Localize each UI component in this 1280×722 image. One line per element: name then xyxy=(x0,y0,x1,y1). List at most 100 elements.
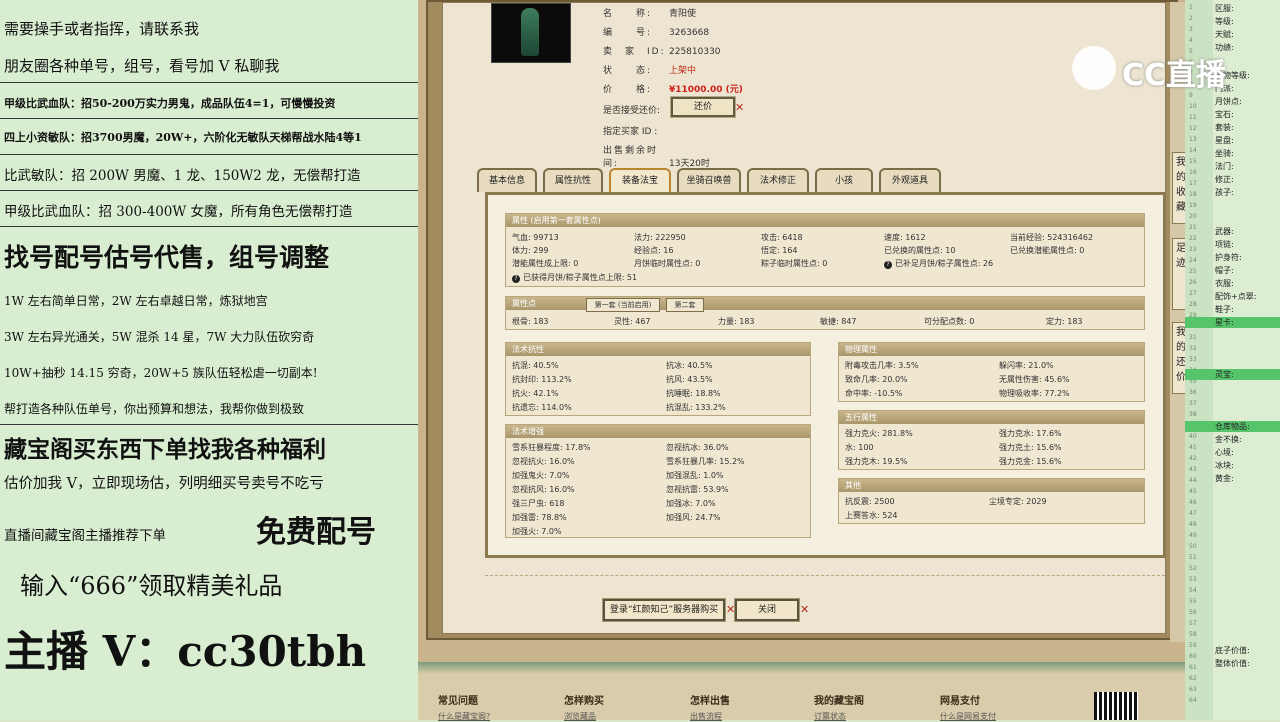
resist-box-title: 法术抗性 xyxy=(506,343,810,356)
tab-spell-mods[interactable]: 法术修正 xyxy=(747,168,809,192)
footer-link[interactable]: 出售流程 xyxy=(690,711,722,722)
subtab-set-two[interactable]: 第二套 xyxy=(666,298,704,312)
attr-box: 属性 (启用第一套属性点) 气血: 99713 法力: 222950 攻击: 6… xyxy=(505,213,1145,287)
boost-cell: 强三尸虫: 618 xyxy=(512,499,565,508)
line-number: 4 xyxy=(1189,37,1193,44)
attr-cell: 已兑换的属性点: 10 xyxy=(884,246,956,255)
checklist-item: 冰块: xyxy=(1215,461,1234,470)
promo-line: 甲级比武血队：招 300-400W 女魔，所有角色无偿帮打造 xyxy=(4,204,353,220)
line-number: 19 xyxy=(1189,202,1197,209)
info-name: 名 称: 青阳使 xyxy=(603,9,697,19)
line-number: 36 xyxy=(1189,389,1197,396)
checklist-item: 金不换: xyxy=(1215,435,1242,444)
attr-cell: 气血: 99713 xyxy=(512,233,559,242)
tab-equipment[interactable]: 装备法宝 xyxy=(609,168,671,192)
line-number: 59 xyxy=(1189,642,1197,649)
checklist-item: 星盘: xyxy=(1215,136,1234,145)
line-number: 60 xyxy=(1189,653,1197,660)
price-checklist: 1 2 3 4 5 6 7 8 9 10 11 12 13 14 15 16 17 18 19 20 21 22 23 24 2… xyxy=(1185,0,1280,720)
promo-free-match: 免费配号 xyxy=(256,515,376,550)
resist-box: 法术抗性 抗混: 40.5% 抗冰: 40.5% 抗封印: 113.2% 抗风:… xyxy=(505,342,811,416)
resist-cell: 抗火: 42.1% xyxy=(512,389,559,398)
elements-box: 五行属性 强力克火: 281.8% 强力克水: 17.6% 水: 100 强力克… xyxy=(838,410,1145,470)
attr-box-title: 属性 (启用第一套属性点) xyxy=(506,214,1144,227)
line-number: 41 xyxy=(1189,444,1197,451)
line-number: 61 xyxy=(1189,664,1197,671)
divider xyxy=(0,226,418,227)
close-button[interactable]: 关闭 xyxy=(734,598,800,622)
physical-cell: 物理吸收率: 77.2% xyxy=(999,389,1070,398)
checklist-item: 心境: xyxy=(1215,448,1234,457)
attr-cell: 法力: 222950 xyxy=(634,233,686,242)
points-cell: 可分配点数: 0 xyxy=(924,317,975,326)
close-x-icon: ✕ xyxy=(735,101,745,114)
checklist-item: 区服: xyxy=(1215,4,1234,13)
element-cell: 强力克火: 281.8% xyxy=(845,429,913,438)
line-number: 1 xyxy=(1189,4,1193,11)
checklist-item: 帽子: xyxy=(1215,266,1234,275)
logo-text: CC直播 xyxy=(1122,58,1227,93)
checklist-item: 衣服: xyxy=(1215,279,1234,288)
bargain-button[interactable]: 还价 xyxy=(670,96,736,118)
boost-cell: 雪系狂暴程度: 17.8% xyxy=(512,443,591,452)
line-gutter: 1 2 3 4 5 6 7 8 9 10 11 12 13 14 15 16 17 18 19 20 21 22 23 24 2… xyxy=(1185,0,1213,720)
other-cell: 尘境专定: 2029 xyxy=(989,497,1047,506)
divider xyxy=(0,424,418,425)
divider xyxy=(0,154,418,155)
character-figure xyxy=(521,8,539,56)
checklist-item: 等级: xyxy=(1215,17,1234,26)
promo-line: 输入“666”领取精美礼品 xyxy=(20,572,283,600)
tab-basic-info[interactable]: 基本信息 xyxy=(477,168,537,192)
line-number: 10 xyxy=(1189,103,1197,110)
line-number: 53 xyxy=(1189,576,1197,583)
promo-line: 四上小资敏队：招3700男魔，20W+，六阶化无敏队天梯帮战水陆4等1 xyxy=(4,131,362,144)
element-cell: 水: 100 xyxy=(845,443,874,452)
line-number: 20 xyxy=(1189,213,1197,220)
attr-cell-note: ? 已补足月饼/粽子属性点: 26 xyxy=(884,258,993,269)
line-number: 31 xyxy=(1189,334,1197,341)
line-number: 56 xyxy=(1189,609,1197,616)
item-detail-panel: 名 称: 青阳使 编 号: 3263668 卖 家 ID: 225810330 状 态… xyxy=(442,2,1166,634)
checklist-item: 底子价值: xyxy=(1215,646,1250,655)
promo-line: 3W 左右异光通关，5W 混杀 14 星，7W 大力队伍砍穷奇 xyxy=(4,330,315,344)
footer-link[interactable]: 什么是藏宝阁? xyxy=(438,711,490,722)
line-number: 46 xyxy=(1189,499,1197,506)
attr-cell: 经验点: 16 xyxy=(634,246,674,255)
element-cell: 强力克木: 19.5% xyxy=(845,457,908,466)
boost-cell: 忽视抗风: 16.0% xyxy=(512,485,575,494)
info-buyer: 指定买家 ID : xyxy=(603,127,658,137)
resist-cell: 抗混乱: 133.2% xyxy=(666,403,726,412)
checklist-item: 月饼点: xyxy=(1215,97,1242,106)
footer-link[interactable]: 什么是网易支付 xyxy=(940,711,996,722)
help-icon[interactable]: ? xyxy=(512,275,520,283)
resist-cell: 抗混: 40.5% xyxy=(512,361,559,370)
footer-link[interactable]: 浏览藏品 xyxy=(564,711,596,722)
footer-link[interactable]: 订票状态 xyxy=(814,711,846,722)
subtab-set-one[interactable]: 第一套 (当前启用) xyxy=(586,298,660,312)
boost-box-title: 法术增强 xyxy=(506,425,810,438)
promo-heading: 藏宝阁买东西下单找我各种福利 xyxy=(4,436,326,463)
login-buy-button[interactable]: 登录“红颜知己”服务器购买 xyxy=(602,598,726,622)
tab-appearance[interactable]: 外观道具 xyxy=(879,168,941,192)
attr-cell: 月饼临时属性点: 0 xyxy=(634,259,701,268)
checklist-item: 仓库物品: xyxy=(1215,422,1250,431)
physical-box: 物理属性 附毒攻击几率: 3.5% 躲闪率: 21.0% 致命几率: 20.0%… xyxy=(838,342,1145,402)
tab-mounts-pets[interactable]: 坐骑召唤兽 xyxy=(677,168,741,192)
points-cell: 灵性: 467 xyxy=(614,317,651,326)
tab-attributes[interactable]: 属性抗性 xyxy=(543,168,603,192)
line-number: 18 xyxy=(1189,191,1197,198)
physical-box-title: 物理属性 xyxy=(839,343,1144,356)
line-number: 49 xyxy=(1189,532,1197,539)
logo-icon xyxy=(1072,46,1116,90)
attr-cell: 粽子临时属性点: 0 xyxy=(761,259,828,268)
attr-cell: 速度: 1612 xyxy=(884,233,926,242)
tab-child[interactable]: 小孩 xyxy=(815,168,873,192)
boost-cell: 加强火: 7.0% xyxy=(512,527,562,536)
info-seller: 卖 家 ID: 225810330 xyxy=(603,47,721,57)
checklist-item: 宝石: xyxy=(1215,110,1234,119)
line-number: 45 xyxy=(1189,488,1197,495)
help-icon[interactable]: ? xyxy=(884,261,892,269)
boost-cell: 忽视抗雷: 53.9% xyxy=(666,485,729,494)
game-window: 名 称: 青阳使 编 号: 3263668 卖 家 ID: 225810330 状 态… xyxy=(418,0,1190,722)
line-number: 11 xyxy=(1189,114,1197,121)
